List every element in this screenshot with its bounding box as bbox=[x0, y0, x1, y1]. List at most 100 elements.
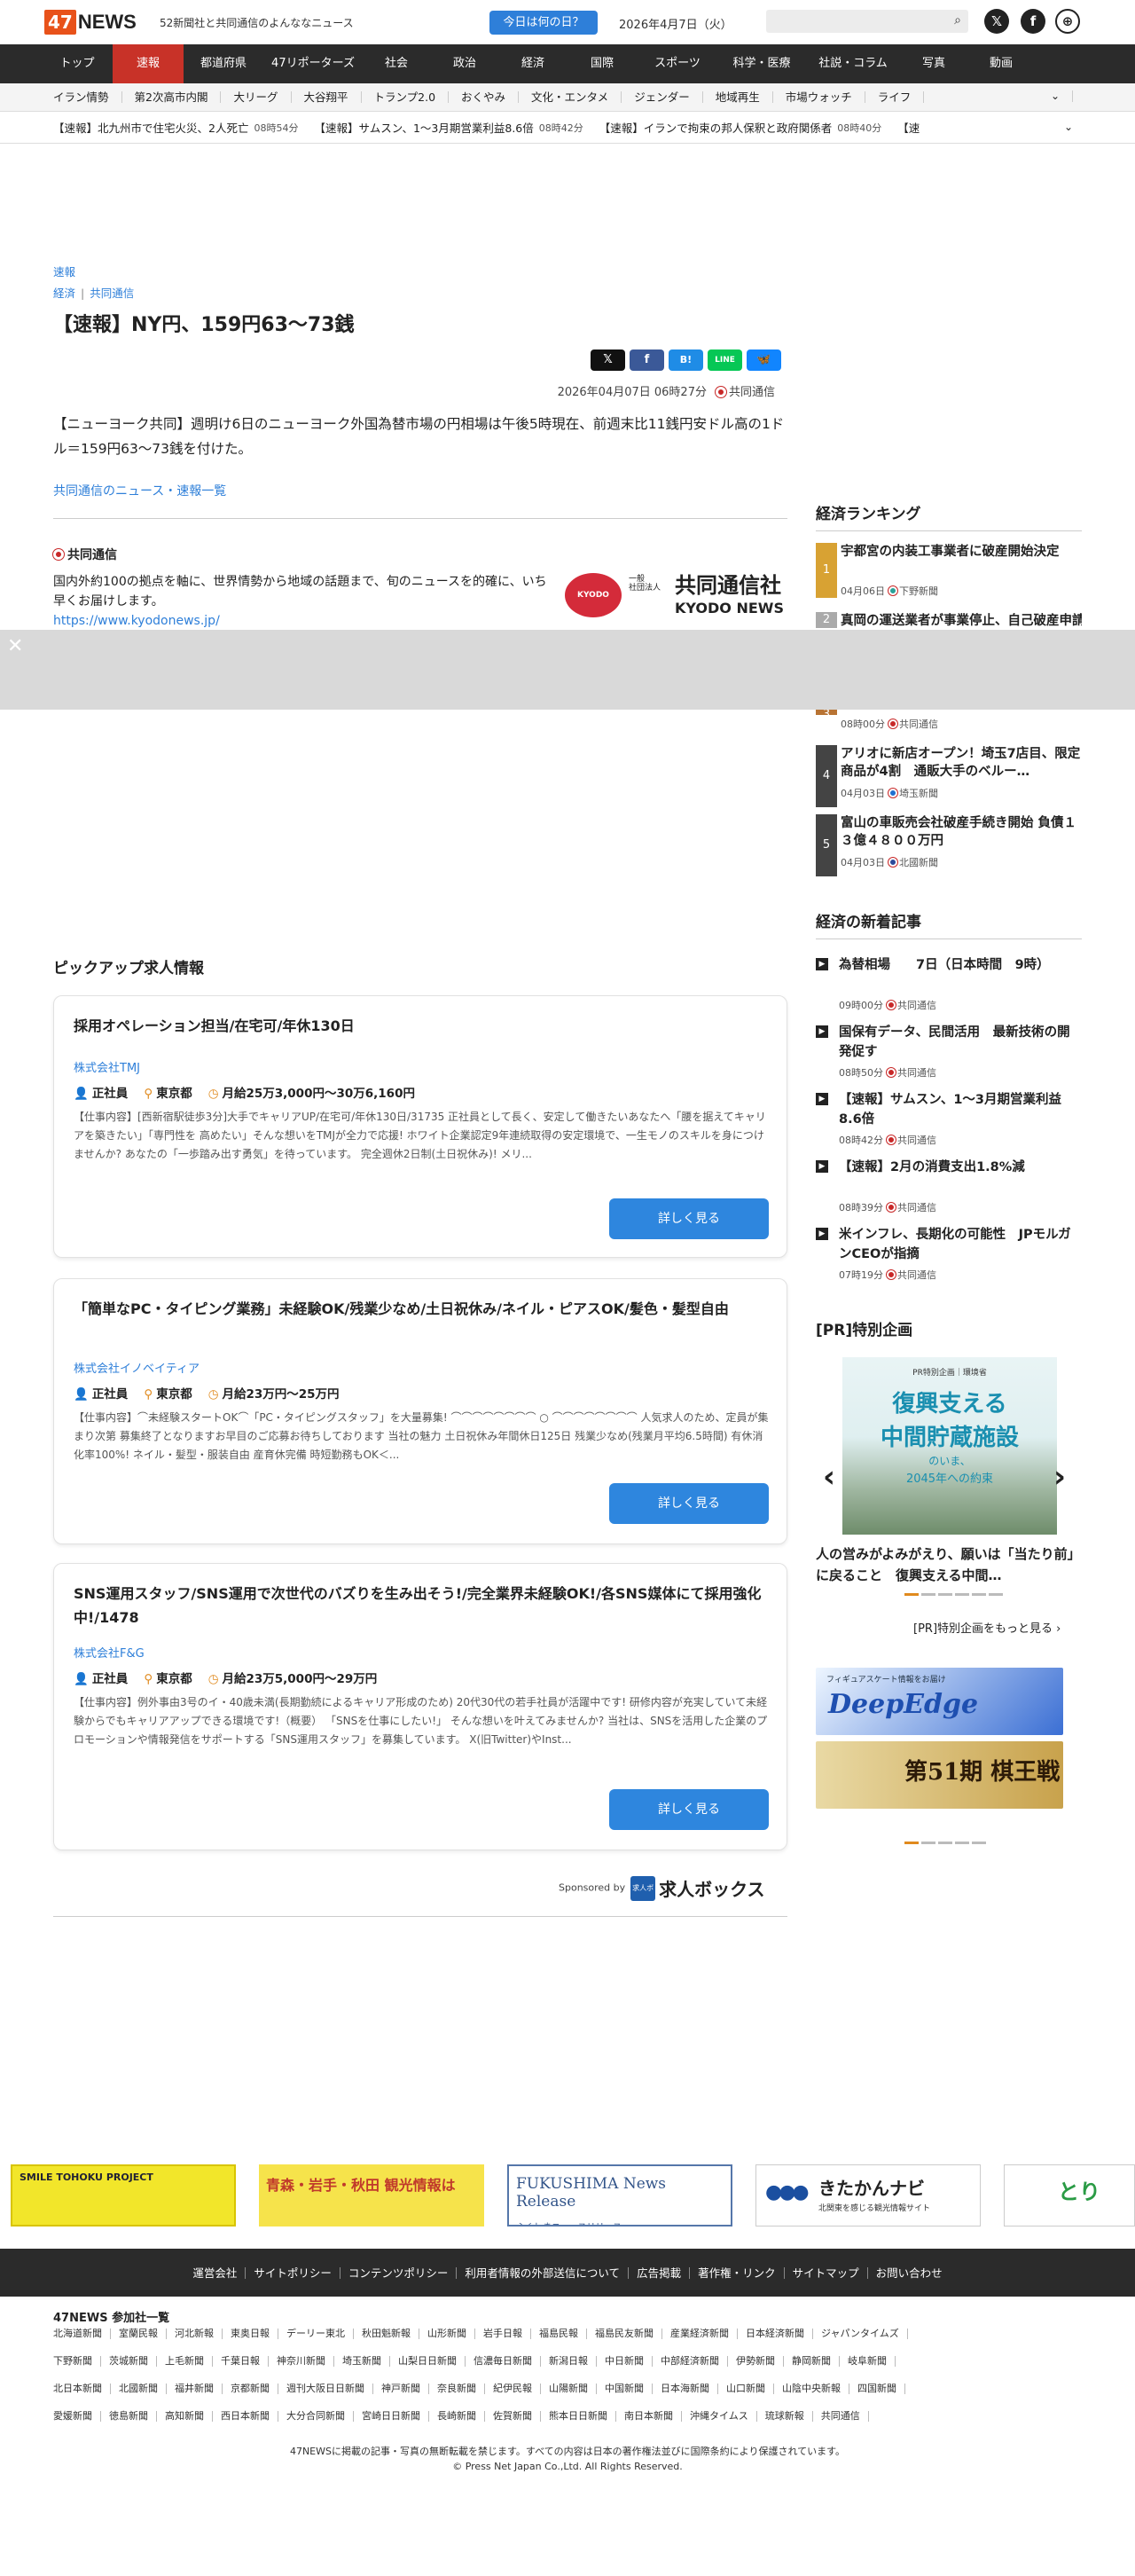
carousel-dot[interactable] bbox=[921, 1593, 935, 1596]
member-link[interactable]: 神戸新聞 bbox=[373, 2384, 429, 2394]
member-link[interactable]: 日本海新聞 bbox=[653, 2384, 718, 2394]
share-x-button[interactable]: 𝕏 bbox=[591, 349, 625, 371]
member-link[interactable]: 週刊大阪日日新聞 bbox=[278, 2384, 373, 2394]
subnav-item[interactable]: 第2次高市内閣 bbox=[122, 91, 222, 103]
pr-feature-image[interactable]: PR特別企画｜環境省 復興支える 中間貯蔵施設 のいま、 2045年への約束 bbox=[842, 1357, 1057, 1535]
footer-link[interactable]: コンテンツポリシー bbox=[340, 2266, 458, 2279]
news-title[interactable]: 【速報】サムスン、1～3月期営業利益8.6倍 bbox=[839, 1090, 1082, 1129]
nav-item[interactable]: 国際 bbox=[567, 44, 638, 83]
job-detail-button[interactable]: 詳しく見る bbox=[609, 1789, 769, 1830]
member-link[interactable]: 河北新報 bbox=[167, 2329, 223, 2339]
footer-link[interactable]: 広告掲載 bbox=[629, 2266, 691, 2279]
subnav-item[interactable]: ライフ bbox=[865, 91, 925, 103]
member-link[interactable]: 大分合同新聞 bbox=[278, 2411, 354, 2422]
share-bluesky-button[interactable]: 🦋 bbox=[747, 349, 781, 371]
ranking-item[interactable]: 1 宇都宮の内装工事業者に破産開始決定 04月06日 下野新聞 bbox=[816, 543, 1082, 598]
subnav-item[interactable]: おくやみ bbox=[449, 91, 520, 103]
member-link[interactable]: 静岡新聞 bbox=[784, 2356, 840, 2367]
subnav-item[interactable]: トランプ2.0 bbox=[362, 91, 450, 103]
search-icon[interactable]: ⌕ bbox=[954, 13, 961, 27]
breadcrumb-breaking[interactable]: 速報 bbox=[53, 263, 75, 279]
news-item[interactable]: ▶ 為替相場 7日（日本時間 9時） 09時00分 共同通信 bbox=[816, 955, 1082, 1012]
member-link[interactable]: 北海道新聞 bbox=[53, 2329, 111, 2339]
member-link[interactable]: 愛媛新聞 bbox=[53, 2411, 101, 2422]
footer-link[interactable]: サイトマップ bbox=[785, 2266, 868, 2279]
footer-banner[interactable]: 青森・岩手・秋田 観光情報は bbox=[259, 2164, 484, 2227]
member-link[interactable]: 秋田魁新報 bbox=[354, 2329, 419, 2339]
ranking-title[interactable]: アリオに新店オープン！埼玉7店目、限定商品が4割 通販大手のベルー… bbox=[841, 745, 1082, 781]
news-title[interactable]: 【速報】2月の消費支出1.8%減 bbox=[839, 1158, 1082, 1177]
subnav-item[interactable]: ジェンダー bbox=[622, 91, 703, 103]
footer-link[interactable]: 著作権・リンク bbox=[690, 2266, 785, 2279]
publisher-url[interactable]: https://www.kyodonews.jp/ bbox=[53, 614, 220, 628]
member-link[interactable]: 新潟日報 bbox=[541, 2356, 597, 2367]
job-detail-button[interactable]: 詳しく見る bbox=[609, 1198, 769, 1239]
member-link[interactable]: 信濃毎日新聞 bbox=[466, 2356, 541, 2367]
member-link[interactable]: 山陰中央新報 bbox=[774, 2384, 849, 2394]
carousel-dot[interactable] bbox=[904, 1842, 919, 1844]
breadcrumb-category[interactable]: 経済 bbox=[53, 287, 75, 300]
nav-item[interactable]: 写真 bbox=[900, 44, 967, 83]
footer-link[interactable]: サイトポリシー bbox=[246, 2266, 340, 2279]
nav-item[interactable]: 科学・医療 bbox=[717, 44, 806, 83]
pr-caption[interactable]: 人の営みがよみがえり、願いは「当たり前」に戻ること 復興支える中間… bbox=[816, 1543, 1082, 1586]
footer-banner[interactable]: きたかんナビ 北関東を感じる観光情報サイト ●●● bbox=[755, 2164, 981, 2227]
carousel-dot[interactable] bbox=[955, 1842, 969, 1844]
member-link[interactable]: 福島民友新聞 bbox=[587, 2329, 662, 2339]
nav-item[interactable]: 政治 bbox=[430, 44, 499, 83]
member-link[interactable]: 佐賀新聞 bbox=[485, 2411, 541, 2422]
carousel-dot[interactable] bbox=[989, 1593, 1003, 1596]
job-detail-button[interactable]: 詳しく見る bbox=[609, 1483, 769, 1524]
ticker-item[interactable]: 【速報】サムスン、1～3月期営業利益8.6倍 bbox=[314, 119, 533, 136]
member-link[interactable]: 長崎新聞 bbox=[429, 2411, 485, 2422]
member-link[interactable]: 沖縄タイムス bbox=[682, 2411, 757, 2422]
job-company[interactable]: 株式会社F&G bbox=[74, 1644, 145, 1661]
pr-more-link[interactable]: [PR]特別企画をもっと見る › bbox=[913, 1619, 1061, 1636]
news-title[interactable]: 米インフレ、長期化の可能性 JPモルガンCEOが指摘 bbox=[839, 1225, 1082, 1264]
footer-banner[interactable]: とり bbox=[1004, 2164, 1135, 2227]
ticker-item[interactable]: 【速報】イランで拘束の邦人保釈と政府関係者 bbox=[599, 119, 833, 136]
nav-item[interactable]: 経済 bbox=[499, 44, 567, 83]
member-link[interactable]: 西日本新聞 bbox=[213, 2411, 278, 2422]
news-title[interactable]: 為替相場 7日（日本時間 9時） bbox=[839, 955, 1082, 975]
member-link[interactable]: 山形新聞 bbox=[419, 2329, 475, 2339]
member-link[interactable]: デーリー東北 bbox=[278, 2329, 354, 2339]
ranking-title[interactable]: 富山の車販売会社破産手続き開始 負債１３億４８００万円 bbox=[841, 814, 1082, 850]
member-link[interactable]: 岐阜新聞 bbox=[840, 2356, 896, 2367]
subnav-item[interactable]: 市場ウォッチ bbox=[773, 91, 865, 103]
member-link[interactable]: 南日本新聞 bbox=[616, 2411, 682, 2422]
kyujin-box-logo[interactable]: 求人ボックス bbox=[630, 1875, 656, 1917]
job-company[interactable]: 株式会社TMJ bbox=[74, 1058, 140, 1075]
ticker-item[interactable]: 【速報】北九州市で住宅火災、2人死亡 bbox=[53, 119, 248, 136]
job-title[interactable]: SNS運用スタッフ/SNS運用で次世代のバズりを生み出そう!/完全業界未経験OK… bbox=[74, 1582, 765, 1630]
news-item[interactable]: ▶ 米インフレ、長期化の可能性 JPモルガンCEOが指摘 07時19分 共同通信 bbox=[816, 1225, 1082, 1282]
footer-banner[interactable]: SMILE TOHOKU PROJECT bbox=[11, 2164, 236, 2227]
x-icon[interactable]: 𝕏 bbox=[984, 9, 1009, 34]
ranking-item[interactable]: 5 富山の車販売会社破産手続き開始 負債１３億４８００万円 04月03日 北國新聞 bbox=[816, 814, 1082, 876]
nav-item[interactable]: 社説・コラム bbox=[806, 44, 900, 83]
search-input[interactable]: ⌕ bbox=[766, 10, 968, 33]
subnav-item[interactable]: イラン情勢 bbox=[53, 91, 122, 103]
ranking-item[interactable]: 3 08時00分 共同通信 bbox=[816, 708, 1082, 730]
footer-link[interactable]: お問い合わせ bbox=[868, 2267, 951, 2279]
member-link[interactable]: 福井新聞 bbox=[167, 2384, 223, 2394]
site-logo[interactable]: 47 NEWS bbox=[44, 9, 137, 35]
member-link[interactable]: 山陽新聞 bbox=[541, 2384, 597, 2394]
nav-item[interactable]: トップ bbox=[42, 44, 113, 83]
member-link[interactable]: 奈良新聞 bbox=[429, 2384, 485, 2394]
subnav-item[interactable]: 大谷翔平 bbox=[292, 91, 362, 103]
footer-banner[interactable]: FUKUSHIMA News Release ふくしまニュースリリース bbox=[507, 2164, 732, 2227]
member-link[interactable]: 産業経済新聞 bbox=[662, 2329, 738, 2339]
member-link[interactable]: 埼玉新聞 bbox=[334, 2356, 390, 2367]
member-link[interactable]: 伊勢新聞 bbox=[728, 2356, 784, 2367]
today-button[interactable]: 今日は何の日？ bbox=[489, 11, 598, 35]
member-link[interactable]: 千葉日報 bbox=[213, 2356, 269, 2367]
globe-icon[interactable]: ⊕ bbox=[1055, 9, 1080, 34]
chevron-right-icon[interactable]: › bbox=[1053, 1459, 1066, 1495]
member-link[interactable]: 四国新聞 bbox=[849, 2384, 905, 2394]
kiou-banner[interactable]: 第51期 棋王戦 bbox=[816, 1741, 1063, 1809]
nav-item[interactable]: 社会 bbox=[363, 44, 430, 83]
subnav-item[interactable]: 地域再生 bbox=[703, 91, 773, 103]
member-link[interactable]: 山口新聞 bbox=[718, 2384, 774, 2394]
kyodo-news-list-link[interactable]: 共同通信のニュース・速報一覧 bbox=[53, 482, 226, 499]
